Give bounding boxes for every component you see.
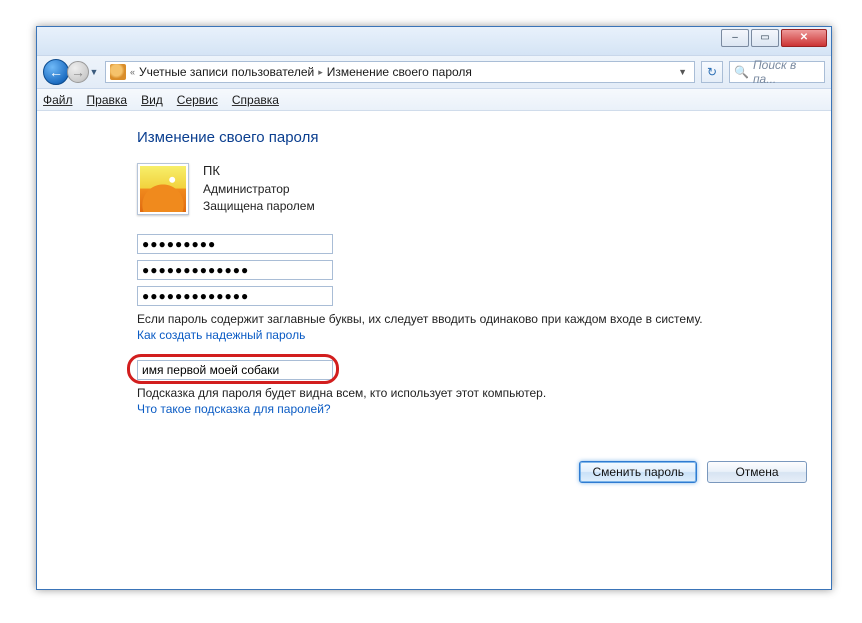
- content-area: Изменение своего пароля ПК Администратор…: [37, 111, 831, 589]
- avatar: [137, 163, 189, 215]
- avatar-image: [140, 166, 186, 212]
- maximize-button[interactable]: ▭: [751, 29, 779, 47]
- menu-bar: Файл Правка Вид Сервис Справка: [37, 89, 831, 111]
- control-panel-icon: [110, 64, 126, 80]
- hint-visibility-note: Подсказка для пароля будет видна всем, к…: [137, 386, 737, 400]
- menu-view[interactable]: Вид: [141, 93, 163, 107]
- breadcrumb-prefix: «: [130, 67, 135, 77]
- user-info-row: ПК Администратор Защищена паролем: [137, 162, 831, 216]
- address-bar-row: ← → ▼ « Учетные записи пользователей ▸ И…: [37, 55, 831, 89]
- link-what-is-hint[interactable]: Что такое подсказка для паролей?: [137, 402, 831, 416]
- menu-tools[interactable]: Сервис: [177, 93, 218, 107]
- nav-buttons: ← → ▼: [43, 59, 99, 85]
- user-meta: ПК Администратор Защищена паролем: [203, 162, 315, 216]
- hint-field-wrap: [137, 360, 357, 380]
- menu-help[interactable]: Справка: [232, 93, 279, 107]
- close-icon: ✕: [800, 33, 808, 43]
- user-name: ПК: [203, 162, 315, 181]
- current-password-input[interactable]: [137, 234, 333, 254]
- new-password-input[interactable]: [137, 260, 333, 280]
- forward-button[interactable]: →: [67, 61, 89, 83]
- dialog-buttons: Сменить пароль Отмена: [579, 461, 807, 483]
- refresh-button[interactable]: ↻: [701, 61, 723, 83]
- breadcrumb[interactable]: « Учетные записи пользователей ▸ Изменен…: [105, 61, 695, 83]
- nav-history-dropdown[interactable]: ▼: [89, 67, 99, 77]
- search-icon: 🔍: [734, 65, 749, 79]
- minimize-icon: –: [732, 33, 738, 43]
- window: – ▭ ✕ ← → ▼ « Учетные записи пользовател…: [36, 26, 832, 590]
- menu-file[interactable]: Файл: [43, 93, 73, 107]
- back-button[interactable]: ←: [43, 59, 69, 85]
- search-placeholder: Поиск в па...: [753, 58, 820, 86]
- breadcrumb-dropdown[interactable]: ▼: [675, 67, 690, 77]
- link-strong-password[interactable]: Как создать надежный пароль: [137, 328, 831, 342]
- cancel-button[interactable]: Отмена: [707, 461, 807, 483]
- forward-icon: →: [71, 64, 85, 80]
- back-icon: ←: [49, 64, 63, 80]
- change-password-button[interactable]: Сменить пароль: [579, 461, 697, 483]
- user-role: Администратор: [203, 181, 315, 198]
- user-protection-status: Защищена паролем: [203, 198, 315, 215]
- confirm-password-input[interactable]: [137, 286, 333, 306]
- search-input[interactable]: 🔍 Поиск в па...: [729, 61, 825, 83]
- page-title: Изменение своего пароля: [137, 129, 831, 146]
- maximize-icon: ▭: [760, 33, 769, 43]
- breadcrumb-seg-change-password[interactable]: Изменение своего пароля: [327, 65, 472, 79]
- password-hint-input[interactable]: [137, 360, 333, 380]
- titlebar: – ▭ ✕: [37, 27, 831, 55]
- minimize-button[interactable]: –: [721, 29, 749, 47]
- caps-note: Если пароль содержит заглавные буквы, их…: [137, 312, 737, 326]
- refresh-icon: ↻: [707, 65, 717, 79]
- menu-edit[interactable]: Правка: [87, 93, 128, 107]
- breadcrumb-seg-accounts[interactable]: Учетные записи пользователей: [139, 65, 314, 79]
- chevron-right-icon: ▸: [318, 67, 323, 78]
- close-button[interactable]: ✕: [781, 29, 827, 47]
